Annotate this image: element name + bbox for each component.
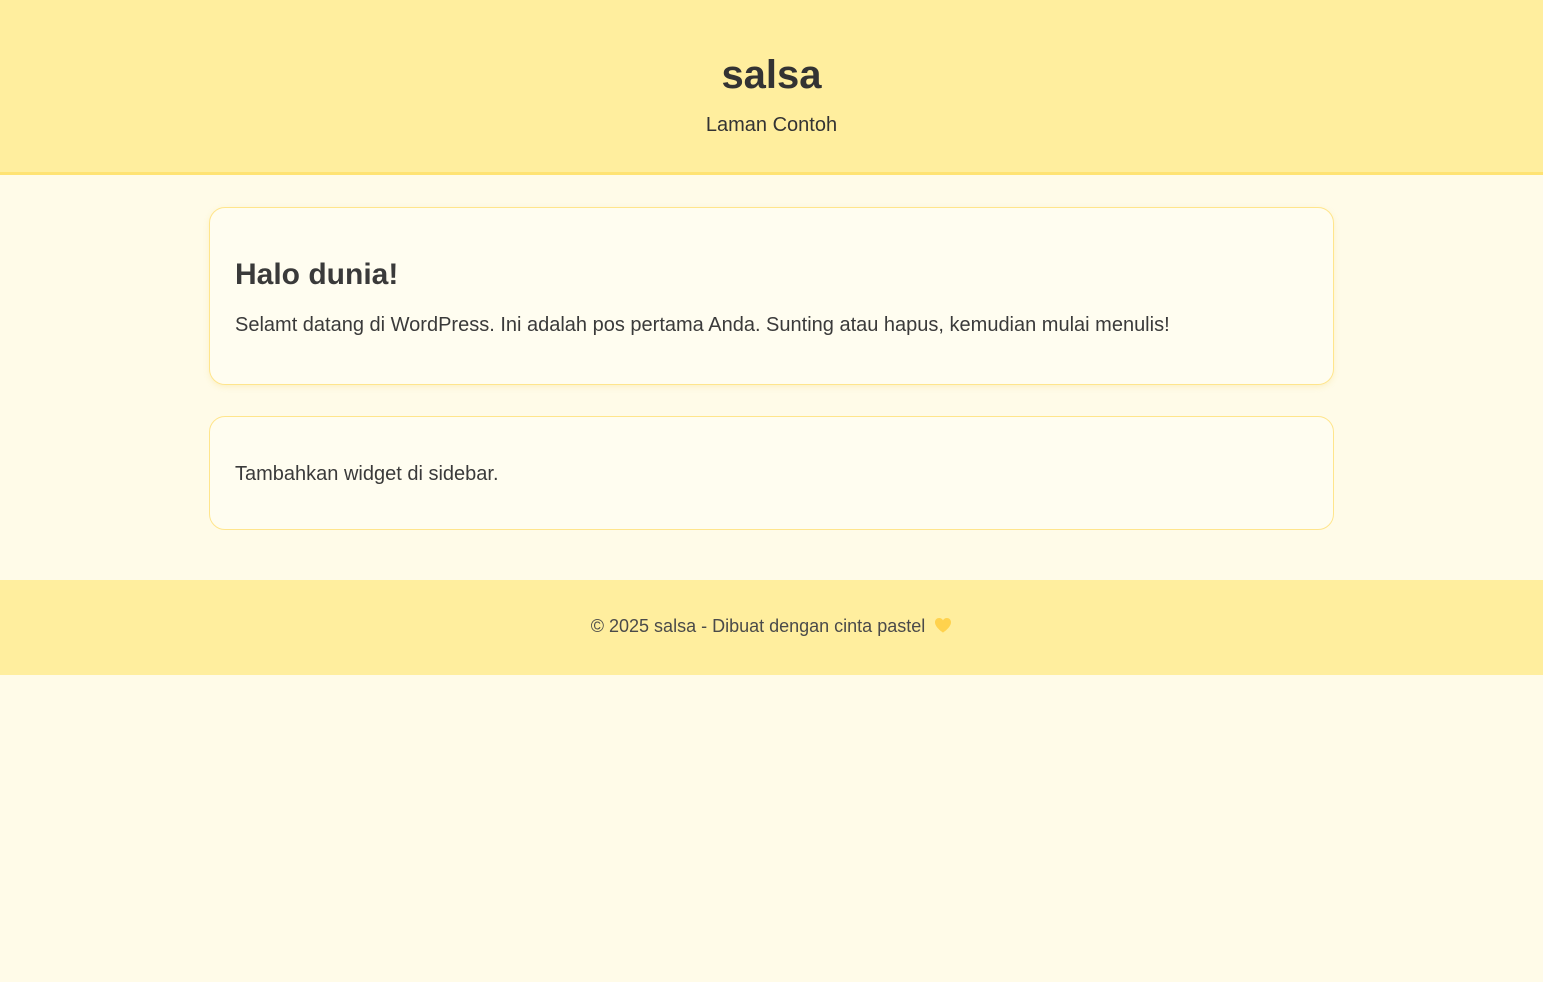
post-card: Halo dunia! Selamt datang di WordPress. … [209, 207, 1334, 385]
post-title[interactable]: Halo dunia! [235, 257, 1308, 293]
main-content: Halo dunia! Selamt datang di WordPress. … [209, 207, 1334, 530]
site-footer: © 2025 salsa - Dibuat dengan cinta paste… [0, 580, 1543, 675]
sidebar-widget-text: Tambahkan widget di sidebar. [235, 463, 499, 485]
yellow-heart-icon [934, 615, 952, 633]
post-excerpt: Selamt datang di WordPress. Ini adalah p… [235, 314, 1170, 336]
footer-credit-text: © 2025 salsa - Dibuat dengan cinta paste… [590, 616, 926, 636]
footer-credit: © 2025 salsa - Dibuat dengan cinta paste… [0, 614, 1543, 638]
main-navigation: Laman Contoh [0, 113, 1543, 137]
nav-link-sample-page[interactable]: Laman Contoh [706, 114, 837, 136]
site-title[interactable]: salsa [0, 53, 1543, 97]
sidebar-widget-card: Tambahkan widget di sidebar. [209, 416, 1334, 530]
site-header: salsa Laman Contoh [0, 0, 1543, 175]
